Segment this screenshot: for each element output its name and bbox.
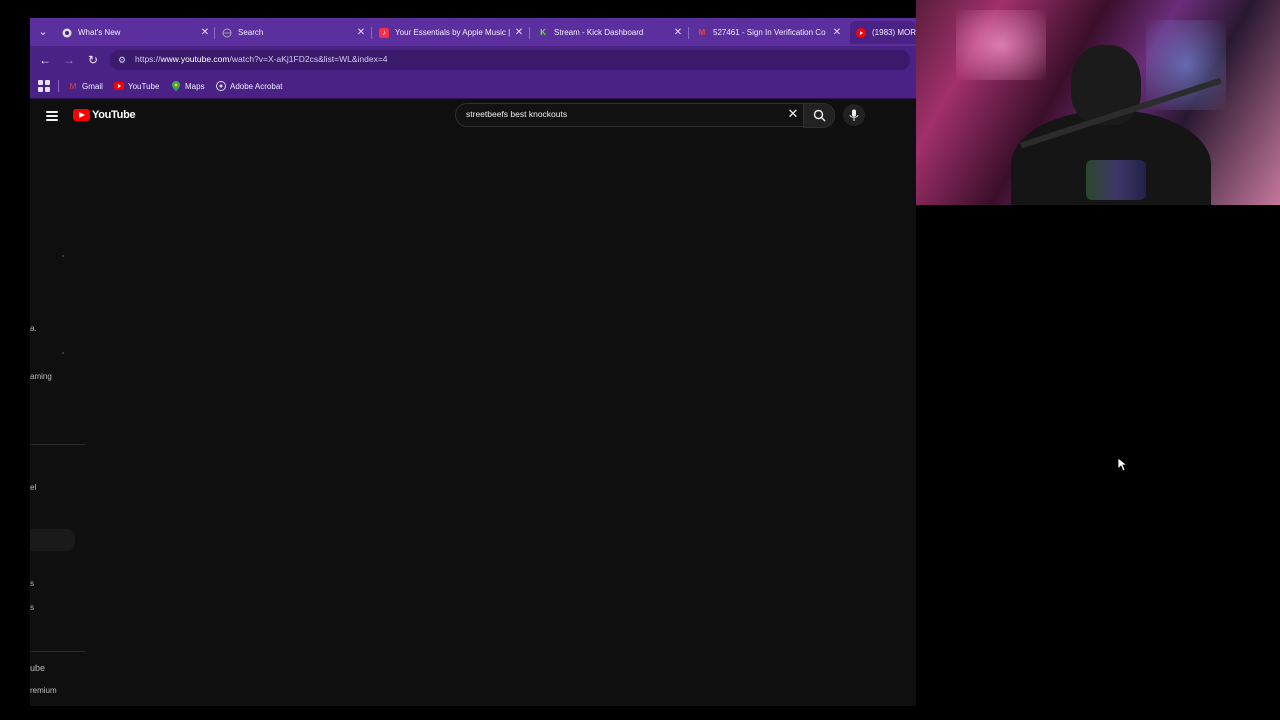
hamburger-menu-icon[interactable] bbox=[46, 111, 58, 121]
bookmark-label: Maps bbox=[185, 81, 205, 91]
search-input[interactable]: streetbeefs best knockouts ✕ bbox=[455, 103, 803, 127]
voice-search-button[interactable] bbox=[843, 104, 865, 126]
bookmark-label: Gmail bbox=[82, 81, 103, 91]
globe-icon bbox=[222, 28, 232, 38]
url-text[interactable]: https://www.youtube.com/watch?v=X-aKj1FD… bbox=[135, 54, 388, 64]
tab-whats-new[interactable]: What's New ✕ bbox=[56, 21, 212, 44]
forward-arrow-icon[interactable]: → bbox=[61, 52, 77, 68]
youtube-page: YouTube streetbeefs best knockouts ✕ a. … bbox=[30, 99, 916, 706]
tab-gmail-verification[interactable]: M 527461 - Sign In Verification Co ✕ bbox=[691, 21, 844, 44]
kick-icon: K bbox=[540, 28, 546, 37]
youtube-icon bbox=[114, 81, 124, 91]
apple-music-icon: ♪ bbox=[379, 27, 389, 38]
bookmark-label: YouTube bbox=[128, 81, 160, 91]
tab-title: Search bbox=[238, 28, 264, 37]
back-arrow-icon[interactable]: ← bbox=[37, 52, 53, 68]
browser-toolbar: ← → ↻ ⚙ https://www.youtube.com/watch?v=… bbox=[30, 46, 916, 74]
microphone-icon bbox=[849, 109, 859, 121]
reload-icon[interactable]: ↻ bbox=[85, 52, 101, 68]
close-tab-icon[interactable]: ✕ bbox=[671, 27, 685, 38]
tab-title: 527461 - Sign In Verification Co bbox=[713, 28, 826, 37]
tab-title: Stream - Kick Dashboard bbox=[554, 28, 644, 37]
tab-youtube-active[interactable]: (1983) MORE bbox=[850, 21, 916, 44]
apps-grid-icon[interactable] bbox=[38, 80, 50, 92]
gmail-icon: M bbox=[69, 81, 77, 91]
url-prefix: https:// bbox=[135, 54, 161, 64]
bookmark-gmail[interactable]: M Gmail bbox=[68, 79, 103, 93]
gmail-icon: M bbox=[698, 28, 706, 37]
tab-title: Your Essentials by Apple Music | bbox=[395, 28, 511, 37]
sidebar-fragment: a. bbox=[30, 324, 37, 333]
youtube-icon bbox=[856, 27, 866, 38]
tab-title: (1983) MORE bbox=[872, 28, 916, 37]
close-tab-icon[interactable]: ✕ bbox=[512, 27, 526, 38]
address-bar[interactable]: ⚙ https://www.youtube.com/watch?v=X-aKj1… bbox=[110, 50, 910, 70]
close-tab-icon[interactable]: ✕ bbox=[354, 27, 368, 38]
bookmark-youtube[interactable]: YouTube bbox=[114, 79, 159, 93]
acrobat-icon bbox=[216, 81, 226, 91]
clear-search-icon[interactable]: ✕ bbox=[786, 107, 800, 121]
webcam-overlay bbox=[916, 0, 1280, 205]
youtube-wordmark: YouTube bbox=[92, 109, 136, 121]
bookmark-maps[interactable]: Maps bbox=[171, 79, 205, 93]
tab-search-chevron-icon[interactable]: ⌄ bbox=[36, 25, 50, 39]
tab-title: What's New bbox=[78, 28, 121, 37]
bookmark-label: Adobe Acrobat bbox=[230, 81, 283, 91]
youtube-logo[interactable]: YouTube bbox=[73, 109, 136, 121]
sidebar-fragment: aming bbox=[30, 372, 52, 381]
tab-apple-music[interactable]: ♪ Your Essentials by Apple Music | ✕ bbox=[373, 21, 526, 44]
maps-icon bbox=[171, 81, 181, 91]
sidebar-selected-item[interactable] bbox=[30, 529, 75, 551]
search-button[interactable] bbox=[803, 103, 835, 128]
close-tab-icon[interactable]: ✕ bbox=[198, 27, 212, 38]
sidebar-fragment: s bbox=[30, 603, 34, 612]
close-tab-icon[interactable]: ✕ bbox=[830, 27, 844, 38]
tab-search[interactable]: Search ✕ bbox=[216, 21, 368, 44]
tab-kick-dashboard[interactable]: K Stream - Kick Dashboard ✕ bbox=[532, 21, 685, 44]
search-query-text: streetbeefs best knockouts bbox=[466, 109, 568, 119]
tab-bar: ⌄ What's New ✕ Search ✕ ♪ Your Essential… bbox=[30, 18, 916, 46]
youtube-play-icon bbox=[73, 109, 90, 121]
url-path: /watch?v=X-aKj1FD2cs&list=WL&index=4 bbox=[229, 54, 388, 64]
search-icon bbox=[813, 109, 825, 122]
sidebar-fragment: remium bbox=[30, 686, 57, 695]
sidebar-fragment: s bbox=[30, 579, 34, 588]
chrome-icon bbox=[62, 28, 72, 38]
sidebar-fragment: el bbox=[30, 483, 37, 492]
bookmark-adobe-acrobat[interactable]: Adobe Acrobat bbox=[216, 79, 282, 93]
bookmarks-bar bbox=[30, 74, 916, 99]
site-info-icon[interactable]: ⚙ bbox=[116, 54, 128, 66]
url-host: www.youtube.com bbox=[160, 54, 230, 64]
sidebar-fragment: ube bbox=[30, 663, 46, 673]
browser-window: ⌄ What's New ✕ Search ✕ ♪ Your Essential… bbox=[30, 18, 916, 706]
